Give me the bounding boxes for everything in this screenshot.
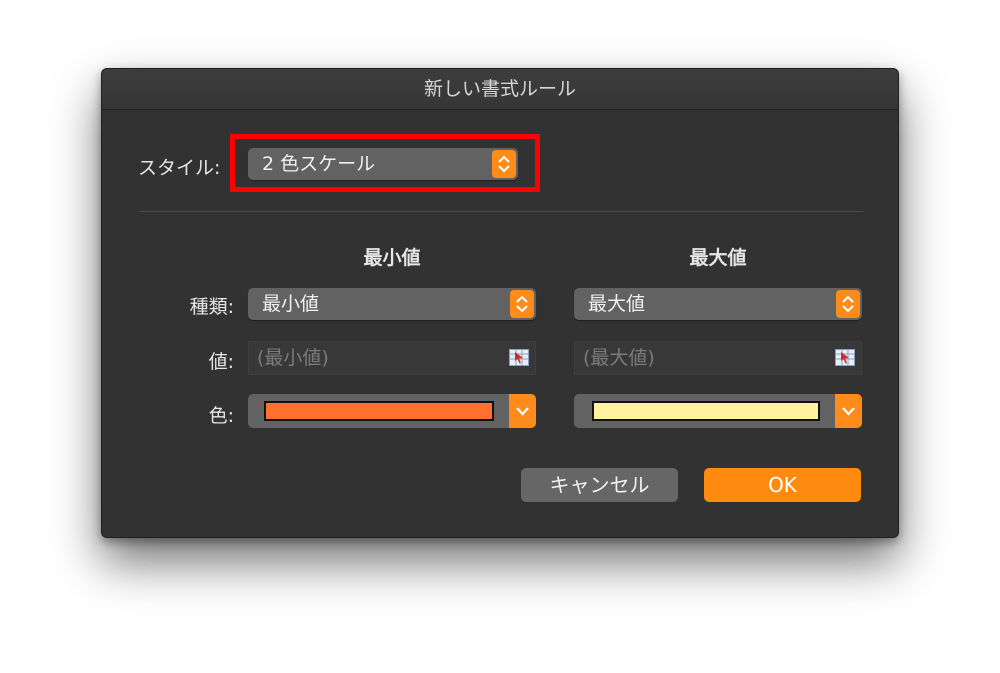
min-color-popup[interactable]: [248, 394, 536, 428]
min-column-header: 最小値: [363, 247, 421, 269]
new-format-rule-dialog: 新しい書式ルール スタイル: 2 色スケール 最小値 最大値 種類: 最小値 最…: [101, 68, 899, 538]
max-color-popup[interactable]: [574, 394, 862, 428]
max-value-placeholder: (最大値): [583, 347, 655, 369]
min-type-stepper-icon: [510, 290, 534, 318]
max-type-value: 最大値: [588, 293, 646, 315]
min-value-placeholder: (最小値): [257, 347, 329, 369]
type-label: 種類:: [189, 296, 234, 318]
divider: [139, 211, 863, 212]
max-value-field[interactable]: (最大値): [574, 341, 862, 375]
max-color-swatch: [592, 401, 820, 421]
value-label: 値:: [208, 351, 234, 373]
cancel-button[interactable]: キャンセル: [521, 468, 678, 502]
min-type-popup[interactable]: 最小値: [248, 288, 536, 320]
max-type-popup[interactable]: 最大値: [574, 288, 862, 320]
color-label: 色:: [208, 405, 234, 427]
max-column-header: 最大値: [689, 247, 747, 269]
dialog-title: 新しい書式ルール: [102, 69, 898, 110]
min-color-chevron-down-icon: [509, 394, 536, 428]
ok-button[interactable]: OK: [704, 468, 861, 502]
min-type-value: 最小値: [262, 293, 320, 315]
min-value-field[interactable]: (最小値): [248, 341, 536, 375]
max-color-chevron-down-icon: [835, 394, 862, 428]
max-cell-reference-icon[interactable]: [835, 349, 855, 366]
min-cell-reference-icon[interactable]: [509, 349, 529, 366]
min-color-swatch: [264, 401, 494, 421]
max-type-stepper-icon: [836, 290, 860, 318]
highlight-box: [230, 134, 540, 192]
style-label: スタイル:: [138, 157, 221, 179]
